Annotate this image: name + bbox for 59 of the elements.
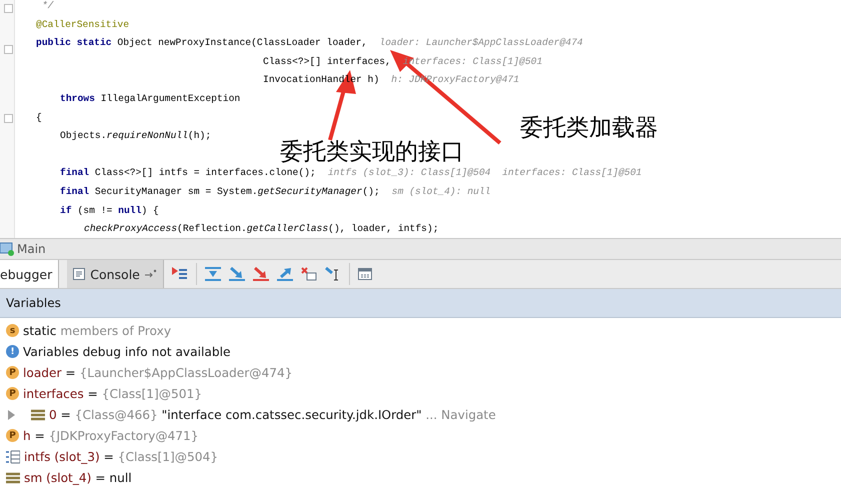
variable-row[interactable]: ! Variables debug info not available — [0, 341, 841, 362]
fold-marker-icon[interactable] — [4, 114, 13, 123]
variable-text: static members of Proxy — [23, 324, 172, 338]
session-title: Main — [17, 242, 46, 256]
fold-marker-icon[interactable] — [4, 45, 13, 54]
variable-row[interactable]: s static members of Proxy — [0, 320, 841, 341]
code-line: final Class<?>[] intfs = interfaces.clone(); — [60, 166, 316, 180]
window-icon — [0, 242, 14, 256]
code-line: public static Object newProxyInstance(ClassLoader loader, — [36, 36, 368, 50]
static-icon: s — [6, 324, 19, 337]
variable-text: 0 = {Class@466} "interface com.catssec.security.jdk.IOrder" ... Navigate — [49, 408, 496, 422]
parameter-icon: P — [6, 366, 19, 379]
array-icon — [6, 450, 20, 464]
drop-frame-icon[interactable] — [300, 267, 317, 281]
code-line: if (sm != null) { — [60, 204, 159, 218]
annotation-label: 委托类加载器 — [520, 114, 658, 142]
tab[interactable]: Console — [67, 260, 164, 288]
variable-text: Variables debug info not available — [23, 344, 230, 358]
variable-row[interactable]: P h = {JDKProxyFactory@471} — [0, 425, 841, 446]
table-icon[interactable] — [358, 268, 372, 280]
execution-point-icon[interactable] — [172, 267, 188, 281]
code-line: @CallerSensitive — [36, 18, 130, 32]
variable-row[interactable]: 0 = {Class@466} "interface com.catssec.security.jdk.IOrder" ... Navigate — [0, 404, 841, 425]
code-line: throws IllegalArgumentException — [60, 92, 240, 106]
code-line: Objects.requireNonNull(h); — [60, 129, 212, 144]
field-icon — [6, 472, 20, 484]
parameter-icon: P — [6, 387, 19, 400]
fold-marker-icon[interactable] — [4, 4, 13, 13]
code-line: checkProxyAccess(Reflection.getCallerClass(), loader, intfs); — [84, 222, 439, 236]
code-line: { — [36, 110, 42, 125]
field-icon — [31, 408, 45, 420]
step-out-icon[interactable] — [276, 267, 293, 281]
variable-text: intfs (slot_3) = {Class[1]@504} — [24, 450, 218, 464]
inline-value-hint: loader: Launcher$AppClassLoader@474 — [379, 36, 583, 50]
variable-row[interactable]: P loader = {Launcher$AppClassLoader@474} — [0, 362, 841, 383]
expand-arrow-icon[interactable] — [8, 410, 15, 420]
variable-row[interactable]: intfs (slot_3) = {Class[1]@504} — [0, 446, 841, 467]
variable-text: interfaces = {Class[1]@501} — [23, 386, 202, 400]
parameter-icon: P — [6, 429, 19, 442]
info-icon: ! — [6, 345, 19, 358]
step-into-icon[interactable] — [228, 267, 245, 281]
inline-value-hint: intfs (slot_3): Class[1]@504 interfaces: Class[1]@501 — [328, 166, 642, 180]
inline-value-hint: sm (slot_4): null — [392, 184, 491, 199]
variable-row[interactable]: sm (slot_4) = null — [0, 467, 841, 488]
code-line: Class<?>[] interfaces, — [263, 54, 391, 69]
panel-title: Variables — [6, 296, 61, 310]
tab[interactable]: ebugger — [0, 260, 60, 288]
variable-text: loader = {Launcher$AppClassLoader@474} — [23, 366, 293, 380]
pin-arrow-icon — [144, 269, 157, 279]
force-step-into-icon[interactable] — [252, 267, 269, 281]
annotation-label: 委托类实现的接口 — [280, 138, 464, 166]
step-over-icon[interactable] — [204, 267, 221, 281]
variable-row[interactable]: P interfaces = {Class[1]@501} — [0, 383, 841, 404]
variable-text: sm (slot_4) = null — [24, 470, 132, 484]
variable-text: h = {JDKProxyFactory@471} — [23, 428, 199, 442]
code-line: final SecurityManager sm = System.getSecurityManager(); — [60, 184, 380, 199]
console-icon — [73, 268, 86, 280]
run-to-cursor-icon[interactable] — [324, 267, 341, 281]
code-line: */ — [40, 0, 54, 13]
